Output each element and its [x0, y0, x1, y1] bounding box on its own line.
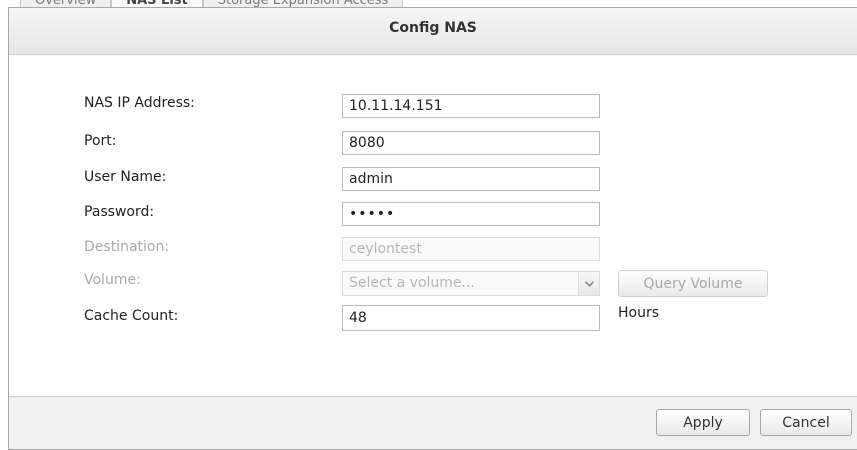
destination-input[interactable]	[342, 237, 600, 261]
chevron-down-icon[interactable]	[578, 272, 599, 295]
destination-label: Destination:	[84, 239, 170, 255]
nas-ip-input[interactable]	[342, 94, 600, 118]
port-label: Port:	[84, 133, 117, 149]
dialog-title: Config NAS	[389, 20, 477, 36]
username-label: User Name:	[84, 169, 167, 185]
password-input[interactable]	[342, 202, 600, 226]
apply-button[interactable]: Apply	[656, 409, 750, 436]
cancel-button[interactable]: Cancel	[760, 409, 852, 436]
volume-select[interactable]: Select a volume...	[342, 271, 600, 296]
page: Overview NAS List Storage Expansion Acce…	[0, 0, 857, 450]
volume-select-placeholder: Select a volume...	[349, 275, 475, 291]
cache-count-unit: Hours	[618, 305, 660, 321]
nas-ip-label: NAS IP Address:	[84, 95, 195, 111]
query-volume-button[interactable]: Query Volume	[618, 270, 768, 297]
password-label: Password:	[84, 204, 155, 220]
cache-count-label: Cache Count:	[84, 308, 179, 324]
dialog-header: Config NAS	[9, 8, 857, 55]
volume-label: Volume:	[84, 272, 141, 288]
config-nas-dialog: Config NAS NAS IP Address: Port: User Na…	[8, 7, 857, 450]
username-input[interactable]	[342, 167, 600, 191]
port-input[interactable]	[342, 131, 600, 155]
cache-count-input[interactable]	[342, 305, 600, 331]
dialog-footer: Apply Cancel	[9, 396, 857, 449]
